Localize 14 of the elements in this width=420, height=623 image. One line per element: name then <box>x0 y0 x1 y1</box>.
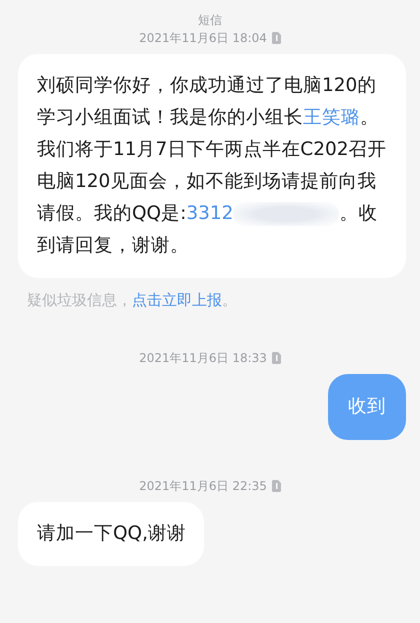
link[interactable]: 王笑璐 <box>303 107 360 128</box>
received-message: 请加一下QQ,谢谢 <box>18 502 204 566</box>
link[interactable]: 点击立即上报 <box>132 291 222 309</box>
link[interactable]: 3312 <box>186 203 234 224</box>
timestamp: 2021年11月6日 18:33 <box>139 350 267 366</box>
sim-card-icon <box>272 352 281 364</box>
received-message: 刘硕同学你好，你成功通过了电脑120的学习小组面试！我是你的小组长王笑璐。我们将于11月7日下午两点半在C202召开电脑120见面会，如不能到场请提前向我请假。我的QQ是:3312 。收到请回复，谢谢。 <box>18 54 406 278</box>
sim-card-icon <box>272 32 281 44</box>
spam-notice: 疑似垃圾信息，点击立即上报。 <box>27 290 238 311</box>
timestamp: 2021年11月6日 22:35 <box>139 478 267 494</box>
sent-message: 收到 <box>328 374 406 440</box>
sender-title: 短信 <box>198 12 222 28</box>
timestamp: 2021年11月6日 18:04 <box>139 30 267 46</box>
sim-card-icon <box>272 480 281 492</box>
